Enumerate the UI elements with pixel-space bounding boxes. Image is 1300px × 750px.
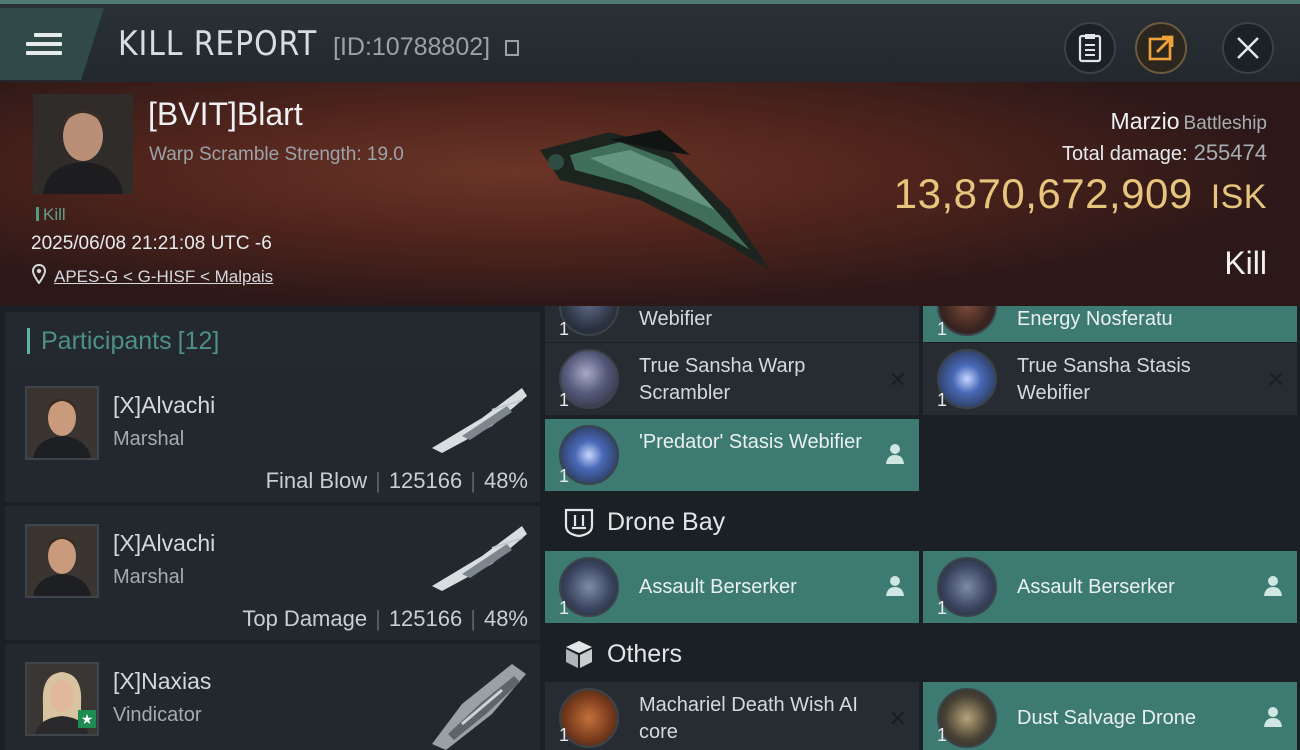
isk-amount: 13,870,672,909	[893, 170, 1193, 217]
participant-damage: 125166	[388, 468, 463, 493]
participant-row[interactable]: [X]Alvachi Marshal Final Blow | 125166 | 48%	[5, 368, 540, 502]
fitting-slot[interactable]: 1 True Sansha Warp Scrambler ✕	[545, 343, 919, 415]
slot-name: Assault Berserker	[639, 576, 797, 598]
kill-result: Kill	[1224, 245, 1267, 281]
drone-bay-icon	[564, 508, 594, 538]
share-button[interactable]	[1135, 22, 1187, 74]
victim-pilot-name[interactable]: [BVIT]Blart	[148, 96, 303, 133]
header-accent-bar	[27, 328, 30, 354]
cube-icon	[566, 641, 592, 668]
slot-qty: 1	[559, 466, 570, 486]
participant-stats: Top Damage | 125166 | 48%	[242, 606, 528, 631]
participant-ship-icon	[432, 388, 527, 453]
victim-ship-class: Battleship	[1183, 113, 1267, 134]
participants-header: Participants [12]	[5, 312, 540, 370]
page-title: KILL REPORT	[118, 24, 318, 64]
participant-ship: Marshal	[113, 428, 185, 450]
drone-bay-section: Drone Bay	[545, 494, 1300, 550]
kill-tag: Kill	[36, 205, 66, 225]
kill-datetime: 2025/06/08 21:21:08 UTC -6	[31, 233, 272, 254]
participant-percent: 48%	[483, 606, 528, 631]
hamburger-icon	[26, 28, 62, 60]
person-icon	[886, 444, 904, 464]
victim-subtitle: Warp Scramble Strength: 19.0	[149, 144, 404, 165]
victim-banner: [BVIT]Blart Warp Scramble Strength: 19.0…	[0, 82, 1300, 306]
total-damage-value: 255474	[1193, 140, 1267, 165]
participant-avatar	[25, 386, 99, 460]
victim-ship-image	[540, 130, 770, 270]
person-icon	[1264, 707, 1282, 727]
participant-name: [X]Naxias	[113, 668, 212, 694]
share-icon	[1148, 35, 1174, 61]
person-icon	[1264, 576, 1282, 596]
slot-qty: 1	[937, 725, 948, 745]
participant-ship-icon	[432, 526, 527, 591]
fitting-slot-partial[interactable]: 1 Webifier	[545, 306, 919, 342]
slot-qty: 1	[937, 598, 948, 618]
x-mark-icon: ✕	[888, 367, 907, 392]
slot-qty: 1	[559, 390, 570, 410]
copy-icon[interactable]	[505, 40, 519, 56]
close-button[interactable]	[1222, 22, 1274, 74]
close-icon	[1237, 37, 1259, 59]
star-badge-icon: ★	[78, 710, 96, 728]
slot-name: Machariel Death Wish AI core	[639, 694, 858, 743]
participant-ship-icon	[432, 664, 526, 750]
participant-role: Final Blow	[265, 468, 368, 493]
total-damage-label: Total damage:	[1061, 143, 1188, 165]
slot-qty: 1	[559, 598, 570, 618]
cargo-slot[interactable]: 1 Dust Salvage Drone	[923, 682, 1297, 750]
notes-button[interactable]	[1064, 22, 1116, 74]
fitting-slot[interactable]: 1 'Predator' Stasis Webifier	[545, 419, 919, 491]
isk-value: 13,870,672,909 ISK	[894, 170, 1267, 218]
slot-qty: 1	[559, 319, 570, 339]
slot-name: True Sansha Stasis Webifier	[1017, 355, 1191, 404]
participant-percent: 48%	[483, 468, 528, 493]
participant-stats: Final Blow | 125166 | 48%	[265, 468, 528, 493]
others-section: Others	[545, 626, 1300, 682]
participant-row[interactable]: [X]Alvachi Marshal Top Damage | 125166 | 48%	[5, 506, 540, 640]
isk-unit: ISK	[1210, 178, 1267, 216]
participants-count: [12]	[177, 326, 220, 355]
fitting-slot-partial[interactable]: 1 Energy Nosferatu	[923, 306, 1297, 342]
participant-ship: Marshal	[113, 566, 185, 588]
top-bar: KILL REPORT [ID:10788802]	[0, 0, 1300, 82]
menu-button[interactable]	[0, 8, 104, 80]
slot-name: Dust Salvage Drone	[1017, 707, 1196, 729]
x-mark-icon: ✕	[888, 706, 907, 731]
drone-slot[interactable]: 1 Assault Berserker	[545, 551, 919, 623]
slot-qty: 1	[937, 390, 948, 410]
participant-name: [X]Alvachi	[113, 530, 216, 556]
person-icon	[886, 576, 904, 596]
slot-name: True Sansha Warp Scrambler	[639, 355, 806, 404]
participant-name: [X]Alvachi	[113, 392, 216, 418]
participant-role: Top Damage	[242, 606, 368, 631]
clipboard-icon	[1078, 34, 1102, 63]
slot-name: Energy Nosferatu	[1017, 308, 1173, 330]
slot-name: Assault Berserker	[1017, 576, 1175, 598]
x-mark-icon: ✕	[1266, 367, 1285, 392]
kill-location-link[interactable]: APES-G < G-HISF < Malpais	[54, 267, 273, 287]
participants-label: Participants	[41, 326, 172, 355]
slot-name: Webifier	[639, 308, 712, 330]
victim-portrait[interactable]	[33, 94, 133, 194]
slot-name: 'Predator' Stasis Webifier	[639, 431, 862, 453]
report-id: [ID:10788802]	[333, 33, 491, 61]
slot-qty: 1	[559, 725, 570, 745]
drone-bay-label: Drone Bay	[607, 507, 726, 536]
map-pin-icon	[32, 264, 46, 284]
fitting-slot[interactable]: 1 True Sansha Stasis Webifier ✕	[923, 343, 1297, 415]
slot-qty: 1	[937, 319, 948, 339]
victim-ship[interactable]: Marzio Battleship	[1111, 108, 1267, 135]
victim-ship-name: Marzio	[1110, 108, 1180, 134]
drone-slot[interactable]: 1 Assault Berserker	[923, 551, 1297, 623]
participants-panel: Participants [12] [X]Alvachi Marshal Fin…	[5, 306, 540, 750]
participant-damage: 125166	[388, 606, 463, 631]
total-damage: Total damage: 255474	[1062, 140, 1267, 166]
participant-ship: Vindicator	[113, 704, 202, 726]
participant-avatar	[25, 524, 99, 598]
cargo-slot[interactable]: 1 Machariel Death Wish AI core ✕	[545, 682, 919, 750]
participant-row[interactable]: [X]Naxias Vindicator	[5, 644, 540, 750]
others-label: Others	[607, 639, 683, 668]
